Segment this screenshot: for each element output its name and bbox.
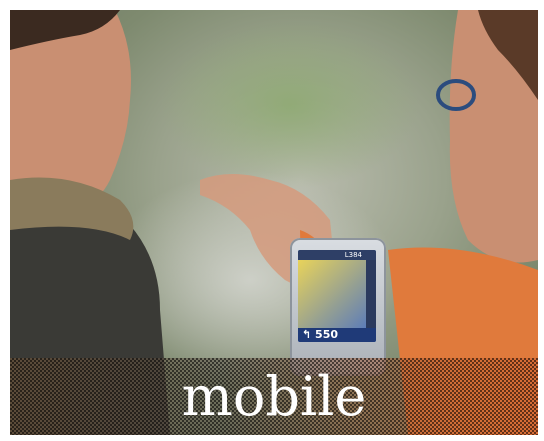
route-map <box>298 260 366 328</box>
gps-screen: L384 ↰ 550 <box>298 250 376 342</box>
caption-text: mobile <box>181 365 367 428</box>
side-toolbar <box>366 260 376 328</box>
turn-distance: ↰ 550 <box>298 328 376 342</box>
road-label: L384 <box>298 250 376 260</box>
gps-navigation-device: L384 ↰ 550 <box>290 238 386 376</box>
